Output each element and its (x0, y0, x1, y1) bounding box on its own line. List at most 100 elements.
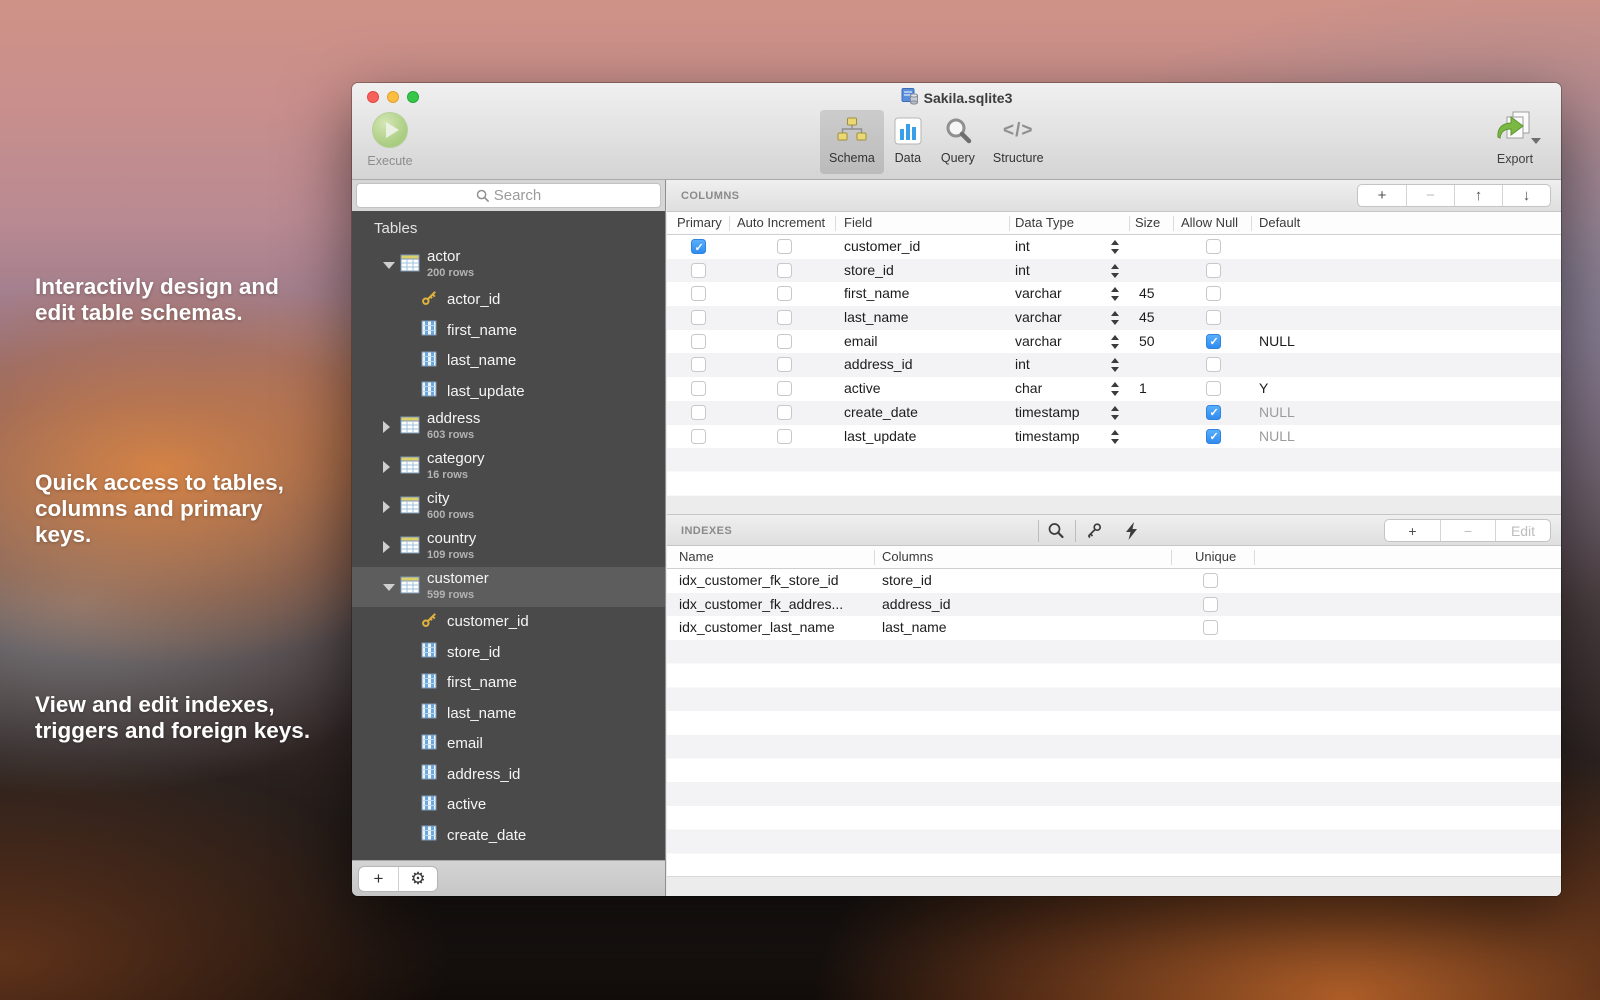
column-row[interactable]: address_id int (667, 353, 1561, 377)
data-type-cell[interactable]: varchar (1015, 285, 1103, 301)
sidebar-tree-item[interactable]: first_name (352, 316, 665, 347)
allow-null-checkbox[interactable] (1206, 381, 1221, 396)
disclosure-collapsed-icon[interactable] (383, 541, 390, 553)
field-name-cell[interactable]: store_id (844, 262, 1009, 278)
auto-increment-checkbox[interactable] (777, 239, 792, 254)
export-button[interactable]: Export (1487, 110, 1543, 166)
size-cell[interactable]: 45 (1139, 285, 1179, 301)
field-name-cell[interactable]: last_name (844, 309, 1009, 325)
search-input[interactable]: Search (356, 183, 661, 208)
primary-checkbox[interactable] (691, 263, 706, 278)
sidebar-tree-item[interactable]: address_id (352, 760, 665, 791)
column-row[interactable]: create_date timestamp NULL (667, 401, 1561, 425)
default-cell[interactable]: NULL (1259, 333, 1379, 349)
default-cell[interactable]: Y (1259, 380, 1379, 396)
data-type-stepper[interactable] (1110, 429, 1120, 445)
sidebar-tree-item[interactable]: country 109 rows (352, 527, 665, 567)
primary-checkbox[interactable] (691, 310, 706, 325)
primary-checkbox[interactable] (691, 381, 706, 396)
indexes-action-button[interactable]: + (1385, 520, 1440, 541)
sidebar-tree-item[interactable]: email (352, 729, 665, 760)
data-type-stepper[interactable] (1110, 381, 1120, 397)
primary-checkbox[interactable] (691, 357, 706, 372)
data-type-stepper[interactable] (1110, 286, 1120, 302)
allow-null-checkbox[interactable] (1206, 263, 1221, 278)
indexes-action-button[interactable]: − (1440, 520, 1495, 541)
data-type-cell[interactable]: int (1015, 356, 1103, 372)
index-name-cell[interactable]: idx_customer_fk_addres... (679, 596, 874, 612)
data-type-cell[interactable]: int (1015, 262, 1103, 278)
add-table-button[interactable]: + (359, 867, 398, 891)
sidebar-tree-item[interactable]: address 603 rows (352, 407, 665, 447)
data-type-stepper[interactable] (1110, 334, 1120, 350)
sidebar-tree-item[interactable]: last_update (352, 377, 665, 408)
auto-increment-checkbox[interactable] (777, 334, 792, 349)
allow-null-checkbox[interactable] (1206, 429, 1221, 444)
column-row[interactable]: email varchar 50 NULL (667, 330, 1561, 354)
primary-checkbox[interactable] (691, 239, 706, 254)
indexes-tab[interactable] (1043, 519, 1069, 543)
sidebar-tree-item[interactable]: actor_id (352, 285, 665, 316)
sidebar-tree-item[interactable]: actor 200 rows (352, 245, 665, 285)
data-type-stepper[interactable] (1110, 310, 1120, 326)
sidebar-tree-item[interactable]: category 16 rows (352, 447, 665, 487)
columns-action-button[interactable]: ↓ (1502, 185, 1550, 206)
disclosure-collapsed-icon[interactable] (383, 421, 390, 433)
disclosure-collapsed-icon[interactable] (383, 461, 390, 473)
primary-checkbox[interactable] (691, 405, 706, 420)
field-name-cell[interactable]: first_name (844, 285, 1009, 301)
index-row[interactable]: idx_customer_last_name last_name (667, 616, 1561, 640)
sidebar-tree-item[interactable]: active (352, 790, 665, 821)
data-type-cell[interactable]: varchar (1015, 333, 1103, 349)
allow-null-checkbox[interactable] (1206, 357, 1221, 372)
allow-null-checkbox[interactable] (1206, 405, 1221, 420)
auto-increment-checkbox[interactable] (777, 286, 792, 301)
field-name-cell[interactable]: create_date (844, 404, 1009, 420)
auto-increment-checkbox[interactable] (777, 263, 792, 278)
unique-checkbox[interactable] (1203, 620, 1218, 635)
size-cell[interactable]: 45 (1139, 309, 1179, 325)
columns-action-button[interactable]: − (1406, 185, 1454, 206)
sidebar-tree-item[interactable]: store_id (352, 638, 665, 669)
index-columns-cell[interactable]: address_id (882, 596, 1102, 612)
tab-query[interactable]: Query (932, 110, 984, 174)
unique-checkbox[interactable] (1203, 597, 1218, 612)
size-cell[interactable]: 50 (1139, 333, 1179, 349)
auto-increment-checkbox[interactable] (777, 381, 792, 396)
data-type-cell[interactable]: timestamp (1015, 404, 1103, 420)
column-row[interactable]: first_name varchar 45 (667, 282, 1561, 306)
data-type-cell[interactable]: timestamp (1015, 428, 1103, 444)
primary-checkbox[interactable] (691, 286, 706, 301)
indexes-action-button[interactable]: Edit (1495, 520, 1550, 541)
field-name-cell[interactable]: last_update (844, 428, 1009, 444)
disclosure-collapsed-icon[interactable] (383, 501, 390, 513)
default-cell[interactable]: NULL (1259, 404, 1379, 420)
gear-icon[interactable]: ⚙ (398, 867, 437, 891)
foreign-keys-tab[interactable] (1081, 519, 1107, 543)
tab-schema[interactable]: Schema (820, 110, 884, 174)
columns-action-button[interactable]: ↑ (1454, 185, 1502, 206)
tab-data[interactable]: Data (884, 110, 932, 174)
primary-checkbox[interactable] (691, 429, 706, 444)
primary-checkbox[interactable] (691, 334, 706, 349)
index-name-cell[interactable]: idx_customer_fk_store_id (679, 572, 874, 588)
field-name-cell[interactable]: customer_id (844, 238, 1009, 254)
allow-null-checkbox[interactable] (1206, 286, 1221, 301)
column-row[interactable]: store_id int (667, 259, 1561, 283)
index-name-cell[interactable]: idx_customer_last_name (679, 619, 874, 635)
sidebar-tree-item[interactable]: last_name (352, 699, 665, 730)
default-cell[interactable]: NULL (1259, 428, 1379, 444)
allow-null-checkbox[interactable] (1206, 239, 1221, 254)
field-name-cell[interactable]: active (844, 380, 1009, 396)
data-type-stepper[interactable] (1110, 405, 1120, 421)
allow-null-checkbox[interactable] (1206, 310, 1221, 325)
auto-increment-checkbox[interactable] (777, 310, 792, 325)
auto-increment-checkbox[interactable] (777, 429, 792, 444)
column-row[interactable]: last_update timestamp NULL (667, 425, 1561, 449)
data-type-stepper[interactable] (1110, 357, 1120, 373)
columns-action-button[interactable]: + (1358, 185, 1406, 206)
tab-structure[interactable]: </> Structure (984, 110, 1053, 174)
data-type-cell[interactable]: varchar (1015, 309, 1103, 325)
column-row[interactable]: customer_id int (667, 235, 1561, 259)
index-columns-cell[interactable]: store_id (882, 572, 1102, 588)
